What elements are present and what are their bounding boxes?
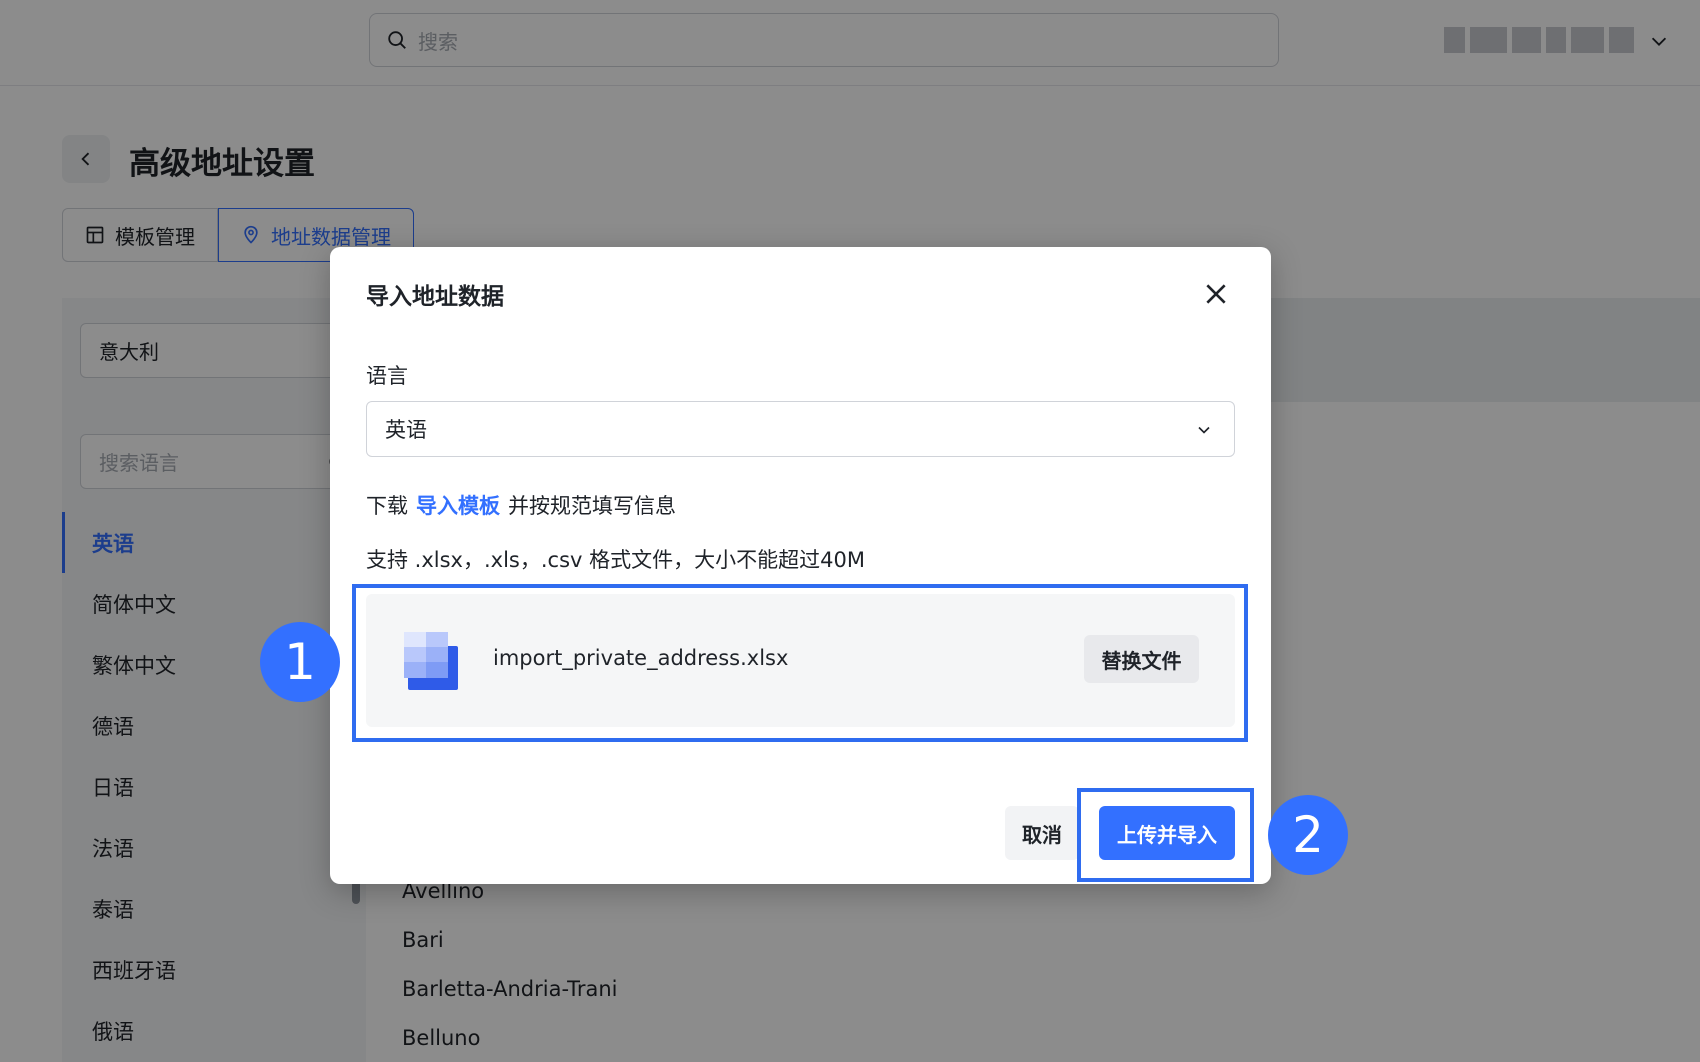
language-label: 语言 bbox=[366, 364, 408, 388]
highlight-box-submit bbox=[1077, 788, 1254, 882]
download-instructions: 下载 导入模板 并按规范填写信息 bbox=[366, 490, 676, 520]
step-badge-1: 1 bbox=[260, 622, 340, 702]
highlight-box-file bbox=[352, 584, 1248, 742]
download-suffix: 并按规范填写信息 bbox=[508, 494, 676, 518]
cancel-button[interactable]: 取消 bbox=[1005, 806, 1079, 860]
language-select-value: 英语 bbox=[385, 418, 427, 442]
download-template-link[interactable]: 导入模板 bbox=[416, 490, 500, 520]
dialog-title: 导入地址数据 bbox=[366, 284, 504, 310]
close-icon bbox=[1206, 284, 1226, 304]
language-select[interactable]: 英语 bbox=[366, 401, 1235, 457]
download-prefix: 下载 bbox=[366, 494, 408, 518]
file-format-hint: 支持 .xlsx，.xls，.csv 格式文件，大小不能超过40M bbox=[366, 548, 865, 572]
step-badge-2: 2 bbox=[1268, 795, 1348, 875]
chevron-down-icon bbox=[1198, 426, 1210, 434]
close-button[interactable] bbox=[1201, 279, 1231, 309]
